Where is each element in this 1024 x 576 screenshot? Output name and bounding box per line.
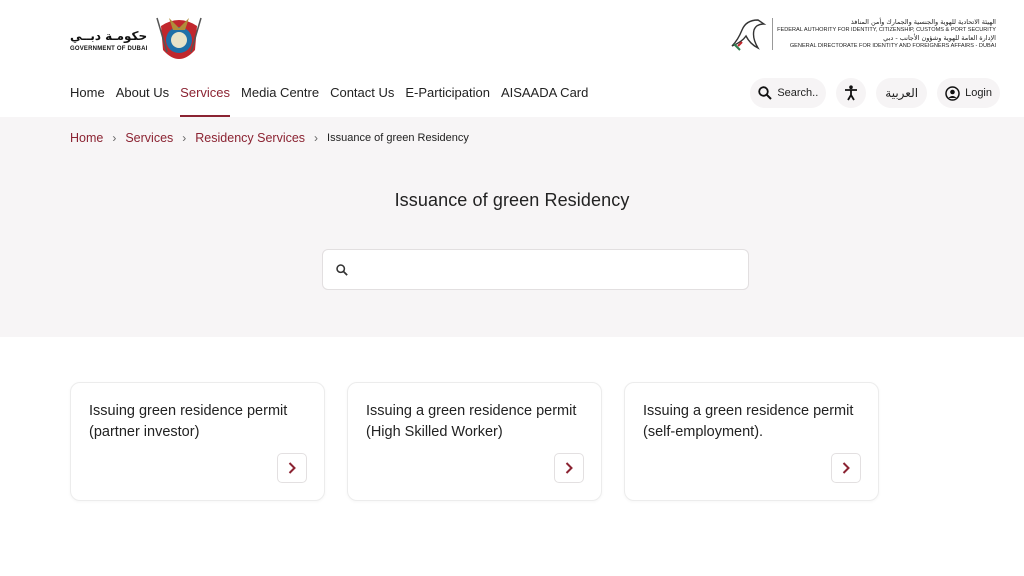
nav-home[interactable]: Home [70,80,105,117]
page-title: Issuance of green Residency [394,190,630,210]
falcon-icon [731,19,767,51]
breadcrumb-home[interactable]: Home [70,131,103,145]
nav-contact-us[interactable]: Contact Us [330,80,394,117]
government-of-dubai-logo[interactable]: حكومـة دبــي GOVERNMENT OF DUBAI [70,12,205,68]
service-card-partner-investor[interactable]: Issuing green residence permit (partner … [70,382,325,501]
chevron-right-icon: › [112,131,117,145]
search-icon [758,86,773,100]
header-tools: Search.. العربية Login [740,78,1000,108]
federal-authority-logo[interactable]: الهيئة الاتحادية للهوية والجنسية والجمار… [728,16,996,52]
card-arrow-button[interactable] [554,453,584,483]
site-header: حكومـة دبــي GOVERNMENT OF DUBAI الهيئة … [0,0,1024,117]
chevron-right-icon: › [314,131,319,145]
breadcrumb: Home › Services › Residency Services › I… [70,131,469,145]
authority-name-en: FEDERAL AUTHORITY FOR IDENTITY, CITIZENS… [777,27,996,33]
service-card-self-employment[interactable]: Issuing a green residence permit (self-e… [624,382,879,501]
nav-about-us[interactable]: About Us [116,80,169,117]
service-card-title: Issuing a green residence permit (High S… [366,403,577,440]
gov-logo-arabic: حكومـة دبــي [70,28,148,43]
breadcrumb-current: Issuance of green Residency [327,132,469,144]
search-icon [336,263,348,276]
gov-logo-english: GOVERNMENT OF DUBAI [70,45,148,52]
main-nav: Home About Us Services Media Centre Cont… [70,80,599,117]
authority-name-ar: الهيئة الاتحادية للهوية والجنسية والجمار… [850,18,996,26]
user-circle-icon [945,85,960,101]
service-cards: Issuing green residence permit (partner … [70,382,901,501]
dubai-emblem-icon [156,17,203,59]
nav-aisaada-card[interactable]: AISAADA Card [501,80,588,117]
language-arabic-button[interactable]: العربية [876,78,928,108]
nav-e-participation[interactable]: E-Participation [405,80,490,117]
card-arrow-button[interactable] [831,453,861,483]
service-card-high-skilled-worker[interactable]: Issuing a green residence permit (High S… [347,382,602,501]
service-search-input[interactable] [356,251,748,288]
chevron-right-icon [288,462,296,474]
accessibility-icon [845,85,858,101]
accessibility-button[interactable] [836,78,867,108]
breadcrumb-services[interactable]: Services [125,131,173,145]
service-card-title: Issuing a green residence permit (self-e… [643,403,854,440]
header-search-label: Search.. [777,87,819,99]
service-card-title: Issuing green residence permit (partner … [89,403,288,440]
page-hero: Home › Services › Residency Services › I… [0,117,1024,337]
service-search-box[interactable] [322,249,749,290]
directorate-name-en: GENERAL DIRECTORATE FOR IDENTITY AND FOR… [789,43,996,49]
card-arrow-button[interactable] [277,453,307,483]
directorate-name-ar: الإدارة العامة للهوية وشؤون الأجانب - دب… [883,34,996,42]
login-label: Login [965,87,992,99]
chevron-right-icon [565,462,573,474]
nav-services[interactable]: Services [180,80,230,117]
header-search-button[interactable]: Search.. [750,78,827,108]
chevron-right-icon: › [182,131,187,145]
login-button[interactable]: Login [937,78,1000,108]
nav-media-centre[interactable]: Media Centre [241,80,319,117]
breadcrumb-residency-services[interactable]: Residency Services [195,131,305,145]
chevron-right-icon [842,462,850,474]
